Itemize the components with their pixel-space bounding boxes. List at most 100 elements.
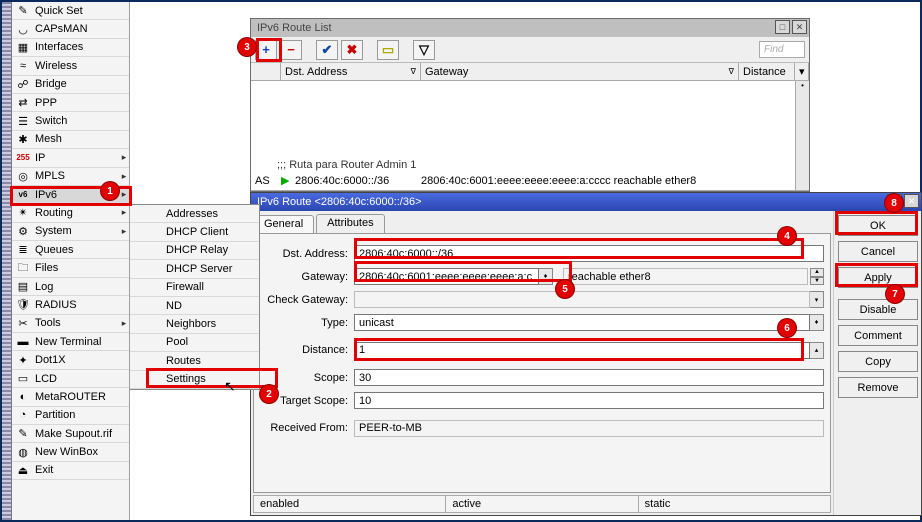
sidebar-label: Mesh [35,133,129,145]
tools-icon: ✂ [15,316,31,330]
filter-button[interactable]: ▽ [413,40,435,60]
sidebar-item-ppp[interactable]: ⇄PPP [12,94,129,112]
cancel-button[interactable]: Cancel [838,241,918,262]
scrollbar[interactable]: • [795,81,809,190]
route-comment: ;;; Ruta para Router Admin 1 [251,159,809,173]
sidebar-item-queues[interactable]: ≣Queues [12,241,129,259]
badge-3: 3 [238,38,256,56]
sidebar-item-quickset[interactable]: ✎Quick Set [12,2,129,20]
sidebar-item-wireless[interactable]: ≈Wireless [12,57,129,75]
tab-attributes[interactable]: Attributes [316,214,384,233]
submenu-settings[interactable]: Settings [130,371,259,389]
mesh-icon: ✱ [15,132,31,146]
gateway-dropdown-button[interactable]: ♦ [539,268,553,285]
sidebar-label: Dot1X [35,354,129,366]
input-target-scope[interactable]: 10 [354,392,824,409]
comment-button[interactable]: ▭ [377,40,399,60]
sidebar-label: MetaROUTER [35,391,129,403]
apply-button[interactable]: Apply [838,267,918,288]
route-list-body[interactable]: ;;; Ruta para Router Admin 1 AS ▶ 2806:4… [251,81,809,191]
label-gateway: Gateway: [254,271,354,283]
sidebar-item-partition[interactable]: ◔Partition [12,407,129,425]
sidebar-item-interfaces[interactable]: ▦Interfaces [12,39,129,57]
add-button[interactable]: + [255,40,277,60]
input-gateway[interactable]: 2806:40c:6001:eeee:eeee:eeee:a:c [354,268,539,285]
disable-button[interactable]: ✖ [341,40,363,60]
sidebar-item-system[interactable]: ⚙System▸ [12,223,129,241]
input-check-gateway[interactable] [354,291,810,308]
metarouter-icon: ◐ [15,390,31,404]
type-dropdown-button[interactable]: ♦ [810,314,824,331]
remove-button[interactable]: − [280,40,302,60]
chevron-right-icon: ▸ [119,171,129,182]
input-dst-address[interactable]: 2806:40c:6000::/36 [354,245,824,262]
disable-button[interactable]: Disable [838,299,918,320]
input-scope[interactable]: 30 [354,369,824,386]
gateway-updown[interactable]: ▲▼ [810,268,824,285]
col-distance[interactable]: Distance [739,63,795,80]
sidebar-item-routing[interactable]: ✴Routing▸ [12,204,129,222]
input-type[interactable]: unicast [354,314,810,331]
label-check-gateway: Check Gateway: [254,294,354,306]
submenu-dhcp-relay[interactable]: DHCP Relay [130,242,259,260]
submenu-firewall[interactable]: Firewall [130,279,259,297]
enable-button[interactable]: ✔ [316,40,338,60]
sidebar-item-supout[interactable]: ✎Make Supout.rif [12,425,129,443]
sidebar-item-tools[interactable]: ✂Tools▸ [12,315,129,333]
sidebar-item-dot1x[interactable]: ✦ Dot1X [12,351,129,369]
window-maximize-button[interactable]: □ [775,20,790,34]
sidebar-item-exit[interactable]: ⏏Exit [12,462,129,480]
submenu-pool[interactable]: Pool [130,334,259,352]
window-close-button[interactable]: ✕ [792,20,807,34]
comment-button[interactable]: Comment [838,325,918,346]
tab-general[interactable]: General [253,215,314,234]
copy-button[interactable]: Copy [838,351,918,372]
col-gateway[interactable]: Gateway∇ [421,63,739,80]
submenu-addresses[interactable]: Addresses [130,205,259,223]
window-close-button[interactable]: ✕ [904,194,919,208]
sidebar-item-terminal[interactable]: ▬New Terminal [12,333,129,351]
sidebar-item-mesh[interactable]: ✱ Mesh [12,131,129,149]
sidebar-item-files[interactable]: 🗀Files [12,259,129,277]
sidebar-item-capsman[interactable]: ◡CAPsMAN [12,20,129,38]
col-dst[interactable]: Dst. Address∇ [281,63,421,80]
submenu-dhcp-client[interactable]: DHCP Client [130,223,259,241]
route-row[interactable]: AS ▶ 2806:40c:6000::/36 2806:40c:6001:ee… [251,173,809,188]
submenu-routes[interactable]: Routes [130,352,259,370]
ppp-icon: ⇄ [15,96,31,110]
ok-button[interactable]: OK [838,215,918,236]
sidebar-label: LCD [35,373,129,385]
dot1x-icon: ✦ [15,353,31,367]
sidebar-item-bridge[interactable]: ☍Bridge [12,76,129,94]
check-dropdown-button[interactable]: ▾ [810,291,824,308]
submenu-nd[interactable]: ND [130,297,259,315]
sidebar-item-newwinbox[interactable]: ◍New WinBox [12,443,129,461]
input-distance[interactable]: 1 [354,342,810,359]
find-input[interactable]: Find [759,41,805,58]
sidebar-label: New WinBox [35,446,129,458]
sidebar-item-ip[interactable]: 255IP▸ [12,149,129,167]
sidebar-item-lcd[interactable]: ▭LCD [12,370,129,388]
sidebar-item-radius[interactable]: 🛡RADIUS [12,296,129,314]
label-scope: Scope: [254,372,354,384]
sidebar-label: Log [35,281,129,293]
form-area: Dst. Address: 2806:40c:6000::/36 Gateway… [253,233,831,493]
switch-icon: ☰ [15,114,31,128]
sidebar-item-switch[interactable]: ☰Switch [12,112,129,130]
label-distance: Distance: [254,344,354,356]
submenu-neighbors[interactable]: Neighbors [130,315,259,333]
column-headers: Dst. Address∇ Gateway∇ Distance ▾ [251,63,809,81]
mpls-icon: ◎ [15,169,31,183]
dialog-title: IPv6 Route <2806:40c:6000::/36> □ ✕ [251,193,921,211]
chevron-right-icon: ▸ [119,189,129,200]
col-menu[interactable]: ▾ [795,63,809,80]
sidebar-item-log[interactable]: ▤Log [12,278,129,296]
remove-button[interactable]: Remove [838,377,918,398]
distance-up-button[interactable]: ▴ [810,342,824,359]
sidebar-label: Routing [35,207,119,219]
bridge-icon: ☍ [15,77,31,91]
submenu-dhcp-server[interactable]: DHCP Server [130,260,259,278]
col-flags[interactable] [251,63,281,80]
sidebar-item-metarouter[interactable]: ◐ MetaROUTER [12,388,129,406]
chevron-right-icon: ▸ [119,318,129,329]
